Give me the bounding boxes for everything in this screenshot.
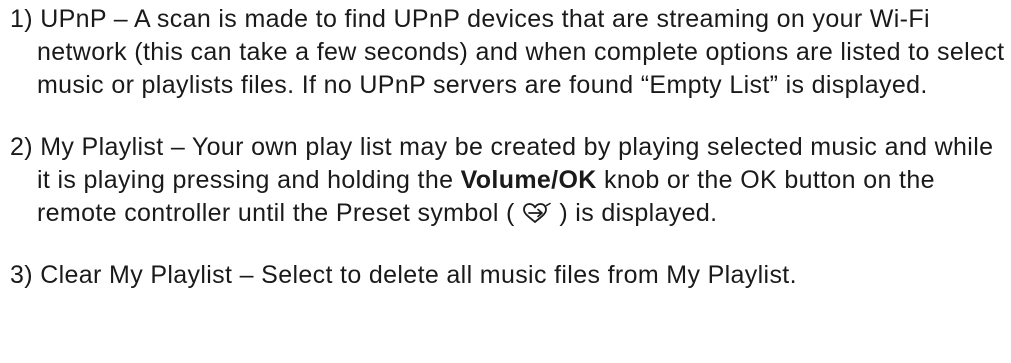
item-number: 2) [10,133,33,161]
item-number: 1) [10,5,33,33]
list-item-clear-my-playlist: 3) Clear My Playlist – Select to delete … [10,259,1008,292]
list-item-upnp: 1) UPnP – A scan is made to find UPnP de… [10,3,1008,102]
item-text: Clear My Playlist – Select to delete all… [40,261,797,289]
item-number: 3) [10,261,33,289]
list-item-my-playlist: 2) My Playlist – Your own play list may … [10,131,1008,230]
volume-ok-knob-label: Volume/OK [460,166,597,194]
preset-heart-icon [522,202,552,224]
item-text: UPnP – A scan is made to find UPnP devic… [37,5,1005,99]
item-text-end: ) is displayed. [559,199,718,227]
document-body: 1) UPnP – A scan is made to find UPnP de… [10,3,1008,292]
